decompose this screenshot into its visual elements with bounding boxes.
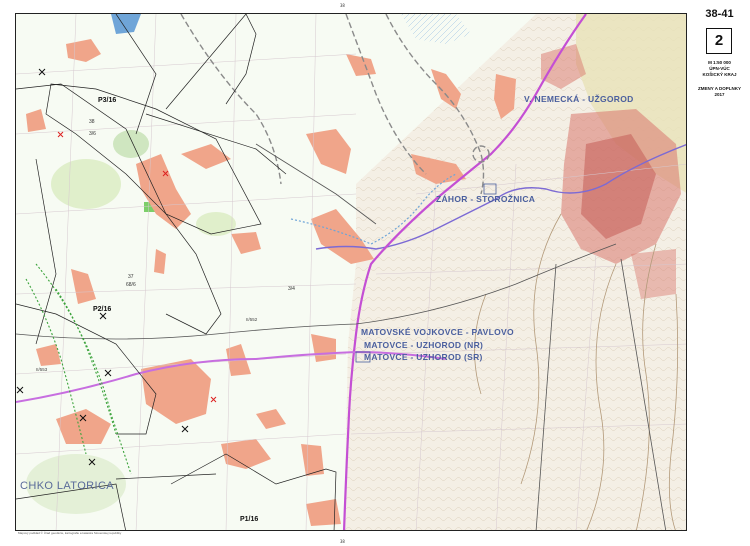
water-bodies (111, 14, 471, 44)
map-frame: V. NEMECKÁ - UŽGOROD ZÁHOR - STOROŽNICA … (15, 13, 687, 531)
scale-block: M 1:50 000 ÚPN-VÚC KOŠICKÝ KRAJ (689, 60, 750, 78)
change-year: 2017 (714, 92, 725, 97)
edge-coordinate-top: 38 (340, 3, 345, 8)
map-sheet: V. NEMECKÁ - UŽGOROD ZÁHOR - STOROŽNICA … (0, 0, 750, 546)
change-block: ZMENY A DOPLNKY 2017 (689, 86, 750, 98)
region-name: KOŠICKÝ KRAJ (702, 72, 737, 77)
planning-boundaries (16, 14, 337, 530)
edge-coordinate-bottom: 38 (340, 539, 345, 544)
sheet-range: 38-41 (705, 8, 734, 20)
sheet-number: 2 (706, 28, 732, 54)
source-footnote: Mapový podklad © Úrad geodézie, kartogra… (18, 531, 122, 535)
sheet-info-panel: 38-41 2 M 1:50 000 ÚPN-VÚC KOŠICKÝ KRAJ … (689, 0, 750, 546)
map-canvas[interactable] (16, 14, 687, 531)
forest-areas (26, 130, 236, 514)
